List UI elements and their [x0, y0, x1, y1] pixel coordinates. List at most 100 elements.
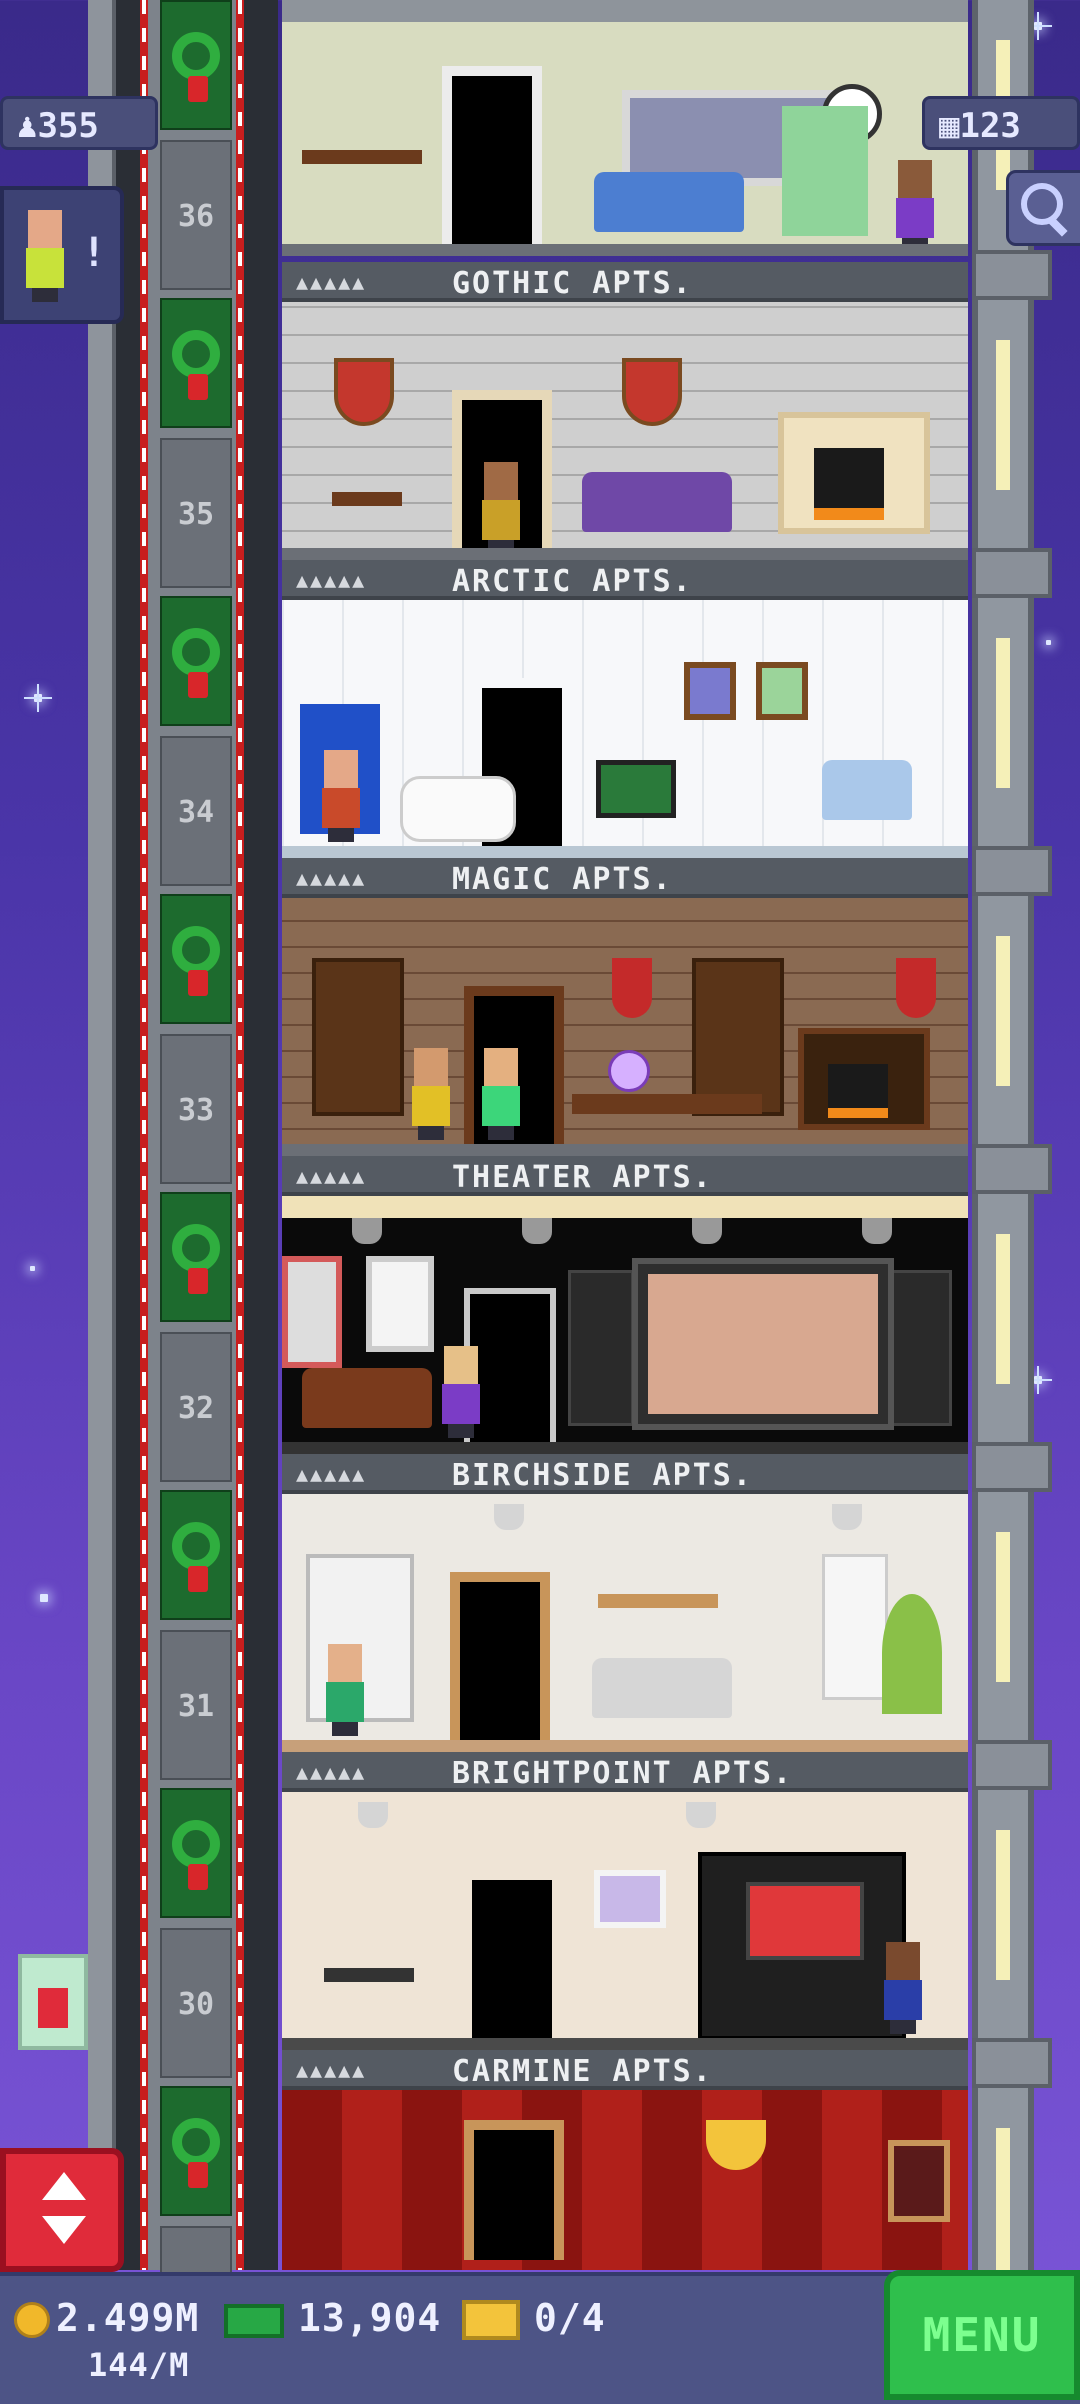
tenant[interactable] — [438, 1346, 484, 1438]
floor-carmine[interactable]: ▲▲▲▲▲ CARMINE APTS. — [282, 2050, 968, 2270]
window-light — [996, 1532, 1010, 1682]
table — [302, 150, 422, 164]
floor-gothic[interactable]: ▲▲▲▲▲ GOTHIC APTS. — [282, 262, 968, 560]
floor-plank — [282, 1144, 968, 1156]
floor-number: 34 — [160, 736, 232, 886]
picture-frame — [756, 662, 808, 720]
wreath-icon — [160, 1490, 232, 1620]
wreath-icon — [160, 596, 232, 726]
wreath-icon — [160, 1192, 232, 1322]
shaft-section: 34 — [160, 596, 232, 892]
floor-number: 30 — [160, 1928, 232, 2078]
elevator-shaft[interactable]: 36 35 34 33 32 31 30 29 — [140, 0, 244, 2376]
floor-label-bar: ▲▲▲▲▲ CARMINE APTS. — [282, 2050, 968, 2090]
wreath-icon — [160, 894, 232, 1024]
population-counter[interactable]: ♟355 — [0, 96, 158, 150]
coin-icon — [14, 2302, 50, 2338]
floor-birchside[interactable]: ▲▲▲▲▲ BIRCHSIDE APTS. — [282, 1454, 968, 1752]
tenant[interactable] — [478, 1048, 524, 1140]
window-light — [996, 340, 1010, 490]
room-interior — [282, 0, 968, 256]
room-interior — [282, 302, 968, 560]
floor-plank — [282, 1442, 968, 1454]
gift-button[interactable] — [18, 1954, 88, 2050]
floor-theater[interactable]: ▲▲▲▲▲ THEATER APTS. — [282, 1156, 968, 1454]
ceiling-lamp — [358, 1802, 388, 1828]
coins-value: 2.499M — [56, 2296, 200, 2340]
vip-avatar — [22, 210, 68, 302]
floor-plank — [282, 548, 968, 560]
building-frame-right — [972, 0, 1052, 2278]
window-light — [996, 638, 1010, 788]
spotlight — [522, 1218, 552, 1244]
spotlight — [692, 1218, 722, 1244]
floor-label-bar: ▲▲▲▲▲ BIRCHSIDE APTS. — [282, 1454, 968, 1494]
ceiling-lamp — [494, 1504, 524, 1530]
tenant[interactable] — [318, 750, 364, 842]
apartment-door[interactable] — [464, 2120, 564, 2260]
sky-star — [30, 1266, 35, 1271]
room-interior — [282, 1196, 968, 1454]
floor-name: BIRCHSIDE APTS. — [452, 1458, 753, 1493]
apartment-door[interactable] — [450, 1572, 550, 1742]
floor-rating: ▲▲▲▲▲ — [296, 1760, 367, 1784]
menu-button[interactable]: MENU — [884, 2270, 1080, 2400]
sofa — [592, 1658, 732, 1718]
floor-label-bar: ▲▲▲▲▲ ARCTIC APTS. — [282, 560, 968, 600]
tenant[interactable] — [880, 1942, 926, 2034]
sofa — [594, 172, 744, 232]
arrow-up-icon — [42, 2172, 86, 2200]
apartment-door[interactable] — [442, 66, 542, 246]
search-button[interactable] — [1006, 170, 1080, 246]
sky-star — [1046, 640, 1051, 645]
apartment-door[interactable] — [462, 1870, 562, 2040]
tenant[interactable] — [478, 462, 524, 554]
floor-rating: ▲▲▲▲▲ — [296, 1462, 367, 1486]
shaft-section: 32 — [160, 1192, 232, 1488]
picture-frame — [888, 2140, 950, 2222]
room-interior — [282, 1494, 968, 1752]
sofa — [582, 472, 732, 532]
support-pillar — [88, 0, 116, 2270]
floors-value: 123 — [959, 106, 1021, 146]
frame-joint — [972, 1442, 1052, 1492]
shaft-section: 35 — [160, 298, 232, 594]
population-value: 355 — [37, 106, 99, 146]
frame-joint — [972, 846, 1052, 896]
ceiling-lamp — [686, 1802, 716, 1828]
floor-name: CARMINE APTS. — [452, 2054, 713, 2089]
wreath-icon — [160, 0, 232, 130]
arrow-down-icon — [42, 2216, 86, 2244]
person-icon: ♟ — [17, 106, 38, 146]
floor-partial-top[interactable] — [282, 0, 968, 256]
floor-name: THEATER APTS. — [452, 1160, 713, 1195]
floor-label-bar: ▲▲▲▲▲ MAGIC APTS. — [282, 858, 968, 898]
tenant[interactable] — [892, 160, 938, 252]
room-interior — [282, 1792, 968, 2050]
sky-star — [24, 684, 52, 712]
wreath-icon — [160, 1788, 232, 1918]
floor-plank — [282, 846, 968, 858]
spotlight — [352, 1218, 382, 1244]
floor-plank — [282, 2038, 968, 2050]
sofa — [302, 1368, 432, 1428]
window-light — [996, 1234, 1010, 1384]
floor-number: 33 — [160, 1034, 232, 1184]
floor-arctic[interactable]: ▲▲▲▲▲ ARCTIC APTS. — [282, 560, 968, 858]
elevator-button[interactable] — [0, 2148, 124, 2272]
tenant[interactable] — [322, 1644, 368, 1736]
tenant[interactable] — [408, 1048, 454, 1140]
frame-joint — [972, 1144, 1052, 1194]
ceiling-lamp — [832, 1504, 862, 1530]
frame-joint — [972, 548, 1052, 598]
floor-plank — [282, 244, 968, 256]
floors-counter[interactable]: ▦123 — [922, 96, 1080, 150]
room-interior — [282, 600, 968, 858]
vip-button[interactable]: ! — [0, 186, 124, 324]
bux-icon — [224, 2304, 284, 2338]
sky-star — [1024, 12, 1052, 40]
floor-brightpoint[interactable]: ▲▲▲▲▲ BRIGHTPOINT APTS. — [282, 1752, 968, 2050]
floor-rating: ▲▲▲▲▲ — [296, 2058, 367, 2082]
spotlight — [862, 1218, 892, 1244]
floor-magic[interactable]: ▲▲▲▲▲ MAGIC APTS. — [282, 858, 968, 1156]
